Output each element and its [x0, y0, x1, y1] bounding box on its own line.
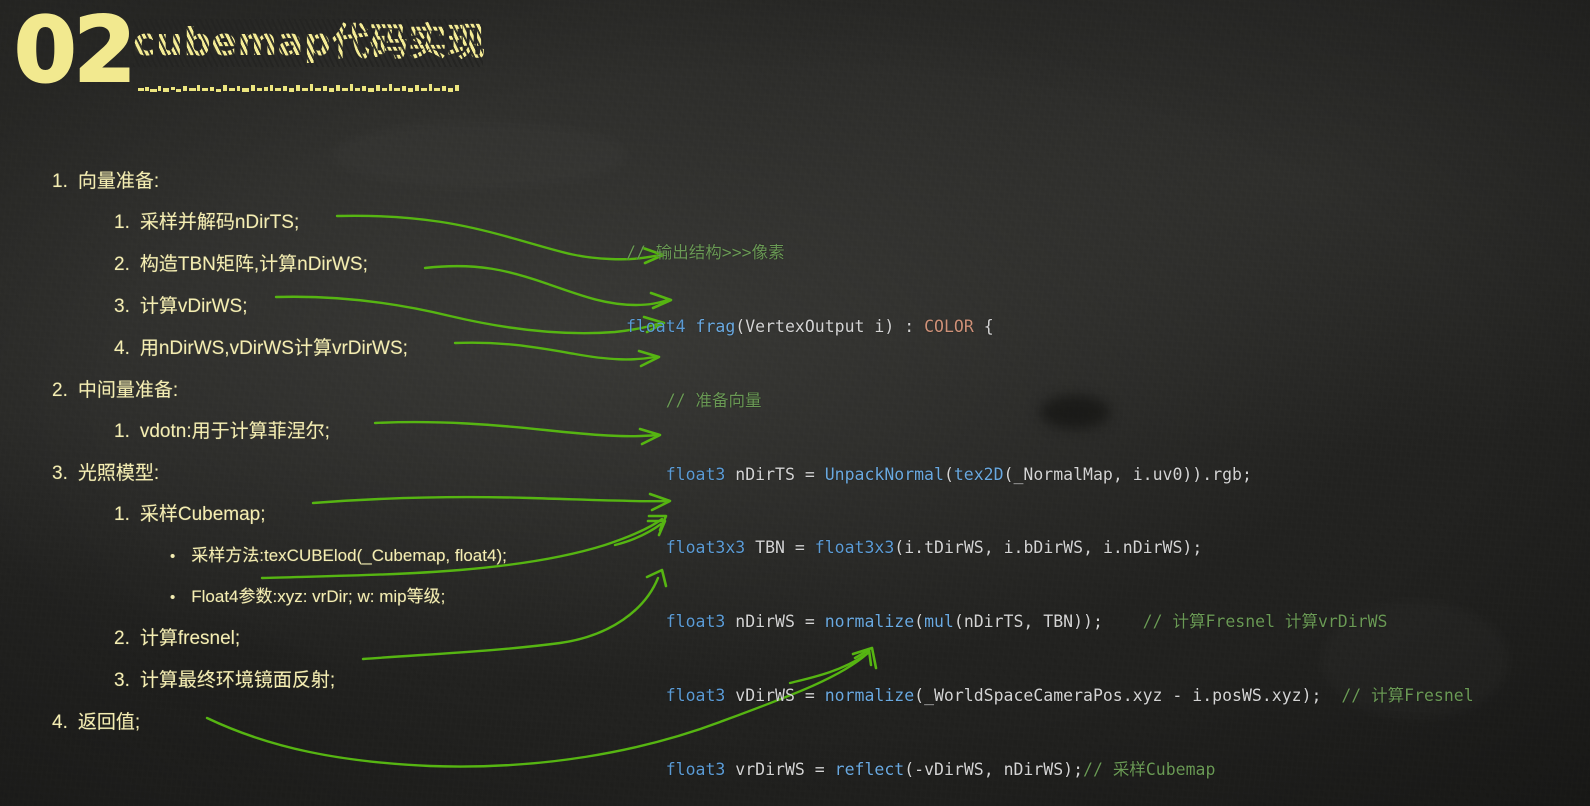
list-marker: 1. — [114, 504, 130, 525]
slide-header: 02 cubemap代码实现 — [0, 0, 620, 125]
code-block: // 输出结构>>>像素 float4 frag(VertexOutput i)… — [626, 192, 1474, 806]
list-item: 1. 采样并解码nDirTS; — [114, 213, 642, 232]
code-line: float3 vDirWS = normalize(_WorldSpaceCam… — [665, 685, 1474, 705]
code-line: float3 nDirWS = normalize(mul(nDirTS, TB… — [665, 612, 1388, 632]
list-item: 1. 向量准备: — [52, 172, 642, 191]
section-number: 02 — [13, 0, 137, 103]
list-marker: 3. — [114, 670, 130, 691]
list-bullet-icon: • — [170, 589, 176, 606]
list-item-label: 用nDirWS,vDirWS计算vrDirWS; — [139, 338, 408, 359]
list-item: 4. 用nDirWS,vDirWS计算vrDirWS; — [114, 339, 642, 358]
code-line: float3 nDirTS = UnpackNormal(tex2D(_Norm… — [665, 464, 1252, 484]
code-line: // 准备向量 — [665, 390, 762, 410]
code-line: float4 frag(VertexOutput i) : COLOR { — [626, 316, 994, 336]
list-marker: 4. — [114, 338, 130, 359]
chalk-squiggle-underline-icon — [138, 84, 459, 92]
code-line: float3 vrDirWS = reflect(-vDirWS, nDirWS… — [665, 759, 1216, 779]
list-marker: 2. — [114, 254, 130, 275]
list-marker: 1. — [114, 421, 130, 442]
list-marker: 1. — [114, 212, 130, 233]
list-item-label: 计算vDirWS; — [139, 296, 248, 317]
code-line: // 输出结构>>>像素 — [626, 241, 1474, 266]
code-line: float3x3 TBN = float3x3(i.tDirWS, i.bDir… — [665, 538, 1203, 558]
list-item-label: 中间量准备: — [77, 380, 179, 401]
slide-canvas: 02 cubemap代码实现 1. 向量准备: 1. 采样并解码nDirTS; … — [0, 0, 1590, 806]
list-marker: 2. — [114, 628, 130, 649]
outline-list: 1. 向量准备: 1. 采样并解码nDirTS; 2. 构造TBN矩阵,计算nD… — [52, 172, 642, 754]
list-bullet-icon: • — [170, 548, 176, 565]
list-marker: 3. — [114, 296, 130, 317]
list-item: 1. vdotn:用于计算菲涅尔; — [114, 422, 642, 441]
list-item-label: Float4参数:xyz: vrDir; w: mip等级; — [191, 587, 446, 606]
list-item: 2. 计算fresnel; — [114, 629, 642, 648]
list-marker: 1. — [52, 171, 68, 192]
list-item: • Float4参数:xyz: vrDir; w: mip等级; — [170, 588, 642, 606]
list-item: 3. 光照模型: — [52, 464, 642, 483]
list-item-label: 采样Cubemap; — [139, 504, 266, 525]
list-marker: 4. — [52, 712, 68, 733]
code-token-comment: // 输出结构>>>像素 — [626, 243, 785, 263]
list-item: 1. 采样Cubemap; — [114, 505, 642, 524]
list-marker: 2. — [52, 380, 68, 401]
list-item-label: 构造TBN矩阵,计算nDirWS; — [139, 254, 368, 275]
list-item: 2. 构造TBN矩阵,计算nDirWS; — [114, 255, 642, 274]
list-item-label: vdotn:用于计算菲涅尔; — [139, 421, 330, 442]
list-item-label: 向量准备: — [77, 171, 160, 192]
list-item-label: 光照模型: — [77, 463, 160, 484]
list-item: 4. 返回值; — [52, 713, 642, 732]
list-item-label: 采样方法:texCUBElod(_Cubemap, float4); — [191, 546, 507, 565]
list-item-label: 采样并解码nDirTS; — [139, 212, 300, 233]
list-item: 3. 计算vDirWS; — [114, 297, 642, 316]
list-item-label: 计算fresnel; — [139, 628, 241, 649]
list-item: • 采样方法:texCUBElod(_Cubemap, float4); — [170, 547, 642, 565]
list-item: 2. 中间量准备: — [52, 381, 642, 400]
page-title: cubemap代码实现 — [133, 20, 486, 64]
list-item: 3. 计算最终环境镜面反射; — [114, 671, 642, 690]
list-marker: 3. — [52, 463, 68, 484]
list-item-label: 返回值; — [77, 712, 141, 733]
list-item-label: 计算最终环境镜面反射; — [139, 670, 336, 691]
